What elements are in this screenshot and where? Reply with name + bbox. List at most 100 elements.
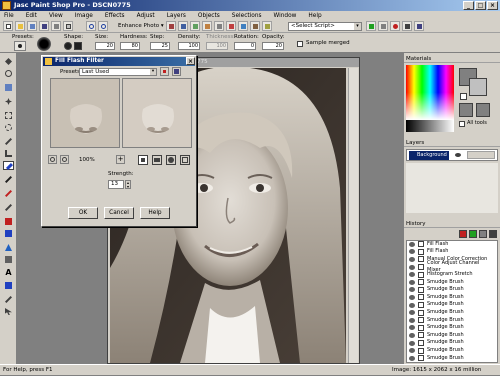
zoom-tool[interactable] (3, 69, 14, 78)
scan-button[interactable] (51, 21, 61, 31)
sample-merged-checkbox[interactable] (297, 41, 303, 47)
undo-history-button[interactable] (459, 230, 467, 238)
tool-button-8[interactable] (250, 21, 260, 31)
before-preview[interactable] (50, 78, 120, 148)
all-tools-checkbox[interactable] (459, 121, 465, 127)
clear-history-button[interactable] (489, 230, 497, 238)
flood-fill-tool[interactable] (3, 217, 14, 226)
zoom-out-button[interactable] (60, 155, 69, 164)
grayscale-strip[interactable] (406, 120, 454, 132)
layer-visibility-icon[interactable] (455, 153, 461, 157)
menu-view[interactable]: View (49, 13, 63, 19)
record-script-button[interactable] (390, 21, 400, 31)
object-selector-tool[interactable] (3, 307, 14, 316)
tool-button-1[interactable] (166, 21, 176, 31)
rotation-input[interactable]: 0 (234, 42, 256, 50)
layer-row-background[interactable]: Background (409, 151, 449, 160)
ok-button[interactable]: OK (68, 207, 98, 219)
foreground-material-swatch[interactable] (459, 103, 473, 117)
proof-button[interactable] (138, 155, 148, 165)
save-script-button[interactable] (414, 21, 424, 31)
menu-help[interactable]: Help (308, 13, 321, 19)
dialog-close-button[interactable]: × (186, 57, 195, 65)
pen-tool[interactable] (3, 295, 14, 304)
preset-reset-button[interactable] (160, 67, 169, 76)
strength-spinner[interactable]: ▴ ▾ (125, 180, 131, 189)
dropper-tool[interactable] (3, 137, 14, 146)
auto-proof-button[interactable] (152, 155, 162, 165)
tool-button-6[interactable] (226, 21, 236, 31)
presets-button[interactable] (14, 41, 26, 51)
open-button[interactable] (15, 21, 25, 31)
background-material-swatch[interactable] (476, 103, 490, 117)
opacity-input[interactable]: 20 (262, 42, 284, 50)
history-item[interactable]: Smudge Brush (409, 355, 489, 362)
menu-layers[interactable]: Layers (167, 13, 186, 19)
redo-button[interactable] (98, 21, 108, 31)
preset-shape-tool[interactable] (3, 281, 14, 290)
preset-save-button[interactable] (172, 67, 181, 76)
step-input[interactable]: 25 (150, 42, 170, 50)
menu-objects[interactable]: Objects (198, 13, 220, 19)
menu-effects[interactable]: Effects (105, 13, 125, 19)
history-item[interactable]: Fill Flash (409, 241, 489, 249)
after-preview[interactable] (122, 78, 192, 148)
round-shape-button[interactable] (64, 42, 72, 50)
redo-history-button[interactable] (469, 230, 477, 238)
picture-tube-tool[interactable] (3, 243, 14, 252)
freehand-selection-tool[interactable] (3, 123, 14, 132)
density-input[interactable]: 100 (178, 42, 200, 50)
pan-preview-button[interactable]: + (116, 155, 125, 164)
help-button[interactable]: Help (140, 207, 170, 219)
background-color-swatch[interactable] (469, 78, 487, 96)
undo-button[interactable] (86, 21, 96, 31)
reset-button[interactable] (180, 155, 190, 165)
new-file-button[interactable] (3, 21, 13, 31)
tool-button-3[interactable] (190, 21, 200, 31)
print-button[interactable] (63, 21, 73, 31)
tool-button-5[interactable] (214, 21, 224, 31)
menu-image[interactable]: Image (75, 13, 93, 19)
menu-edit[interactable]: Edit (26, 13, 37, 19)
minimize-button[interactable]: _ (463, 1, 474, 10)
save-button[interactable] (39, 21, 49, 31)
tool-button-4[interactable] (202, 21, 212, 31)
tool-button-9[interactable] (262, 21, 272, 31)
randomize-button[interactable] (166, 155, 176, 165)
text-tool[interactable]: A (3, 269, 14, 278)
lighten-tool[interactable] (3, 203, 14, 212)
history-options-button[interactable] (479, 230, 487, 238)
background-eraser-tool[interactable] (3, 255, 14, 264)
tool-button-2[interactable] (178, 21, 188, 31)
close-button[interactable]: × (487, 1, 498, 10)
pan-tool[interactable] (3, 57, 14, 66)
selection-tool[interactable] (3, 111, 14, 120)
swap-colors-button[interactable] (460, 93, 467, 100)
enhance-photo-menu[interactable]: Enhance Photo ▾ (118, 23, 164, 29)
color-spectrum[interactable] (406, 65, 454, 120)
square-shape-button[interactable] (74, 42, 82, 50)
cancel-button[interactable]: Cancel (104, 207, 134, 219)
image-vertical-scrollbar[interactable] (348, 68, 358, 363)
menu-file[interactable]: File (4, 13, 14, 19)
menu-selections[interactable]: Selections (232, 13, 262, 19)
clone-tool[interactable] (3, 189, 14, 198)
deform-tool[interactable] (3, 83, 14, 92)
maximize-button[interactable]: □ (475, 1, 486, 10)
paint-brush-tool[interactable] (3, 175, 14, 184)
dialog-presets-select[interactable]: Last Used ▾ (79, 68, 157, 76)
menu-window[interactable]: Window (274, 13, 297, 19)
browse-button[interactable] (27, 21, 37, 31)
tool-button-7[interactable] (238, 21, 248, 31)
edit-script-button[interactable] (378, 21, 388, 31)
strength-input[interactable]: 13 (108, 180, 124, 189)
zoom-in-button[interactable] (48, 155, 57, 164)
script-select[interactable]: <Select Script> ▾ (288, 22, 362, 31)
crop-tool[interactable] (3, 149, 14, 158)
menu-adjust[interactable]: Adjust (137, 13, 155, 19)
size-input[interactable]: 20 (95, 42, 115, 50)
layer-opacity-bar[interactable] (467, 151, 495, 159)
eraser-tool[interactable] (3, 229, 14, 238)
run-script-button[interactable] (366, 21, 376, 31)
move-tool[interactable] (3, 97, 14, 106)
